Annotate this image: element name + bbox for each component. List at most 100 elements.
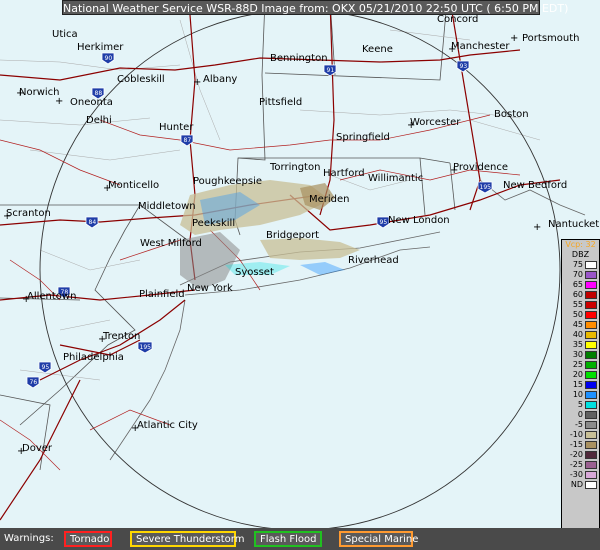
legend-row: 50: [562, 310, 599, 320]
shield-90-text: 90: [105, 55, 113, 62]
legend-value: ND: [570, 480, 583, 489]
legend-value: -25: [569, 460, 583, 469]
legend-swatch: [585, 461, 597, 469]
legend-value: 50: [572, 310, 583, 319]
city-meriden: Meriden: [309, 194, 350, 205]
legend-value: -15: [569, 440, 583, 449]
city-peekskill: Peekskill: [192, 218, 235, 229]
marker-dover-icon: +: [17, 446, 25, 457]
warning-flash-flood-button[interactable]: Flash Flood: [254, 531, 322, 547]
city-philadelphia: Philadelphia: [63, 352, 124, 363]
warning-special-marine-button[interactable]: Special Marine: [339, 531, 418, 547]
legend-row: 75: [562, 260, 599, 270]
shield-76-text: 76: [30, 379, 38, 386]
marker-worcester-icon: +: [407, 120, 415, 131]
legend-swatch: [585, 271, 597, 279]
legend-value: 65: [572, 280, 583, 289]
city-riverhead: Riverhead: [348, 255, 399, 266]
city-portsmouth: Portsmouth: [522, 33, 580, 44]
legend-swatch: [585, 311, 597, 319]
legend-unit: DBZ: [571, 250, 590, 259]
legend-row: -10: [562, 430, 599, 440]
shield-195b-text: 195: [140, 344, 152, 351]
shield-93-text: 93: [460, 63, 468, 70]
legend-swatch: [585, 321, 597, 329]
city-hunter: Hunter: [159, 122, 194, 133]
legend-row: 45: [562, 320, 599, 330]
map-background: [0, 0, 600, 528]
legend-value: 55: [572, 300, 583, 309]
marker-norwich-icon: +: [55, 96, 63, 107]
dbz-legend: Vcp: 32 DBZ 75 70 65 60 55 50 45 40 35 30 25 20 15 10…: [561, 239, 600, 545]
city-newlondon: New London: [388, 215, 450, 226]
city-atlanticcity: Atlantic City: [137, 420, 198, 431]
marker-portsmouth-icon: +: [510, 33, 518, 44]
city-boston: Boston: [494, 109, 529, 120]
city-utica: Utica: [52, 29, 78, 40]
legend-value: 45: [572, 320, 583, 329]
city-middletown: Middletown: [138, 201, 196, 212]
city-herkimer: Herkimer: [77, 42, 124, 53]
city-willimantic: Willimantic: [368, 173, 423, 184]
warning-tornado-button[interactable]: Tornado: [64, 531, 112, 547]
legend-value: -10: [569, 430, 583, 439]
legend-value: 60: [572, 290, 583, 299]
city-scranton: Scranton: [6, 208, 51, 219]
legend-swatch: [585, 471, 597, 479]
legend-rows: 75 70 65 60 55 50 45 40 35 30 25 20 15 10 5 0 -5 -10 -15 -2…: [562, 260, 599, 490]
legend-row: 60: [562, 290, 599, 300]
city-westmilford: West Milford: [140, 238, 202, 249]
shield-87-text: 87: [184, 137, 192, 144]
legend-swatch: [585, 281, 597, 289]
city-worcester: Worcester: [410, 117, 461, 128]
marker-manchester-icon: +: [448, 44, 456, 55]
legend-value: 25: [572, 360, 583, 369]
city-newbedford: New Bedford: [503, 180, 567, 191]
legend-swatch: [585, 361, 597, 369]
legend-value: -5: [575, 420, 583, 429]
legend-row: -5: [562, 420, 599, 430]
legend-row: 30: [562, 350, 599, 360]
city-allentown: Allentown: [27, 291, 76, 302]
legend-value: 75: [572, 260, 583, 269]
city-hartford: Hartford: [323, 168, 365, 179]
city-providence: Providence: [453, 162, 508, 173]
shield-95b-text: 95: [42, 364, 50, 371]
city-torrington: Torrington: [269, 162, 320, 173]
legend-value: 15: [572, 380, 583, 389]
legend-swatch: [585, 261, 597, 269]
legend-value: 30: [572, 350, 583, 359]
legend-row: 65: [562, 280, 599, 290]
legend-swatch: [585, 481, 597, 489]
city-bennington: Bennington: [270, 53, 328, 64]
city-nantucket: Nantucket: [548, 219, 599, 230]
marker-scranton-icon: +: [3, 211, 11, 222]
warnings-bar: Warnings: Tornado Severe Thunderstorm Fl…: [0, 528, 600, 550]
legend-row: 25: [562, 360, 599, 370]
legend-row: 0: [562, 410, 599, 420]
city-trenton: Trenton: [102, 331, 140, 342]
warning-severe-thunderstorm-button[interactable]: Severe Thunderstorm: [130, 531, 244, 547]
city-cobleskill: Cobleskill: [117, 74, 165, 85]
legend-value: 10: [572, 390, 583, 399]
shield-95-text: 95: [380, 219, 388, 226]
legend-swatch: [585, 441, 597, 449]
image-header: National Weather Service WSR-88D Image f…: [62, 0, 569, 15]
radar-map: 91 90 88 87 84 95 93 195 78 76 195 95 Ut…: [0, 0, 600, 528]
legend-row: 20: [562, 370, 599, 380]
city-plainfield: Plainfield: [139, 289, 185, 300]
legend-value: 5: [577, 400, 583, 409]
shield-88-text: 88: [95, 90, 103, 97]
city-oneonta: Oneonta: [70, 97, 113, 108]
city-bridgeport: Bridgeport: [266, 230, 319, 241]
legend-swatch: [585, 351, 597, 359]
shield-195-text: 195: [480, 184, 492, 191]
city-keene: Keene: [362, 44, 393, 55]
legend-value: -20: [569, 450, 583, 459]
marker-monticello-icon: +: [103, 183, 111, 194]
legend-swatch: [585, 331, 597, 339]
legend-row: -20: [562, 450, 599, 460]
legend-value: 20: [572, 370, 583, 379]
legend-swatch: [585, 291, 597, 299]
legend-row: 70: [562, 270, 599, 280]
